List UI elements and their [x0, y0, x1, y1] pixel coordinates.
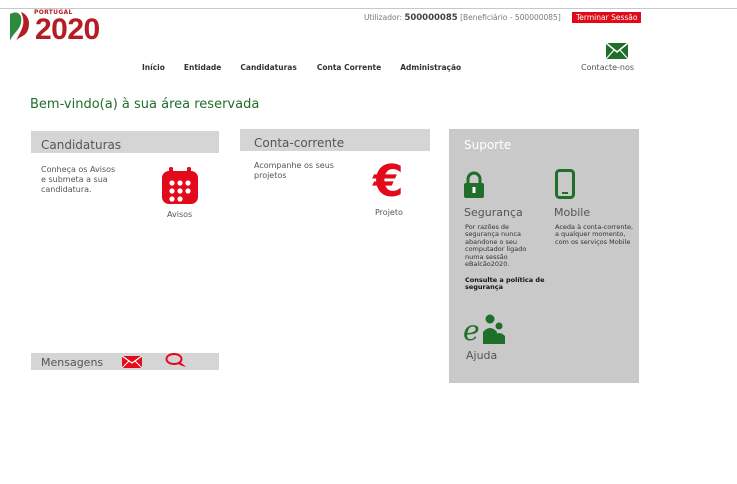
nav-inicio[interactable]: Início — [142, 63, 165, 72]
nav-conta-corrente[interactable]: Conta Corrente — [317, 63, 381, 72]
logo-year: 2020 — [35, 13, 100, 46]
mobile-icon[interactable] — [555, 169, 575, 199]
mobile-title: Mobile — [554, 206, 591, 219]
candidaturas-title: Candidaturas — [41, 138, 122, 152]
conta-title: Conta-corrente — [254, 136, 345, 150]
chat-icon[interactable] — [165, 353, 187, 368]
user-id: 500000085 — [404, 13, 458, 23]
nav-candidaturas[interactable]: Candidaturas — [240, 63, 296, 72]
envelope-icon[interactable] — [122, 356, 142, 368]
logo-flag-icon — [10, 12, 29, 41]
user-role: [Beneficiário - 500000085] — [460, 13, 561, 22]
main-nav: Início Entidade Candidaturas Conta Corre… — [142, 63, 461, 72]
seguranca-title: Segurança — [464, 206, 523, 219]
user-info: Utilizador: 500000085 [Beneficiário - 50… — [364, 13, 561, 23]
nav-entidade[interactable]: Entidade — [184, 63, 222, 72]
nav-administracao[interactable]: Administração — [400, 63, 461, 72]
page-title: Bem-vindo(a) à sua área reservada — [30, 97, 260, 112]
portugal-2020-logo[interactable]: PORTUGAL 2020 — [8, 8, 128, 48]
suporte-title: Suporte — [464, 138, 512, 152]
mensagens-title[interactable]: Mensagens — [41, 356, 103, 369]
envelope-icon[interactable] — [606, 43, 628, 59]
ajuda-title[interactable]: Ajuda — [466, 349, 497, 362]
help-icon[interactable]: e — [463, 312, 507, 346]
security-policy-link[interactable]: Consulte a política de segurança — [465, 276, 545, 292]
mobile-desc: Aceda à conta-corrente, a qualquer momen… — [555, 223, 634, 246]
user-prefix: Utilizador: — [364, 13, 403, 22]
candidaturas-desc: Conheça os Avisos e submeta a sua candid… — [41, 165, 116, 194]
euro-icon[interactable]: € — [373, 160, 404, 204]
lock-icon — [464, 171, 484, 198]
logout-button[interactable]: Terminar Sessão — [572, 12, 642, 23]
calendar-icon[interactable] — [162, 167, 198, 204]
svg-text:e: e — [463, 314, 480, 346]
avisos-link[interactable]: Avisos — [167, 210, 192, 220]
seguranca-desc: Por razões de segurança nunca abandone o… — [465, 223, 527, 269]
contact-link[interactable]: Contacte-nos — [581, 63, 634, 72]
conta-desc: Acompanhe os seus projetos — [254, 161, 334, 180]
projeto-link[interactable]: Projeto — [375, 208, 403, 218]
